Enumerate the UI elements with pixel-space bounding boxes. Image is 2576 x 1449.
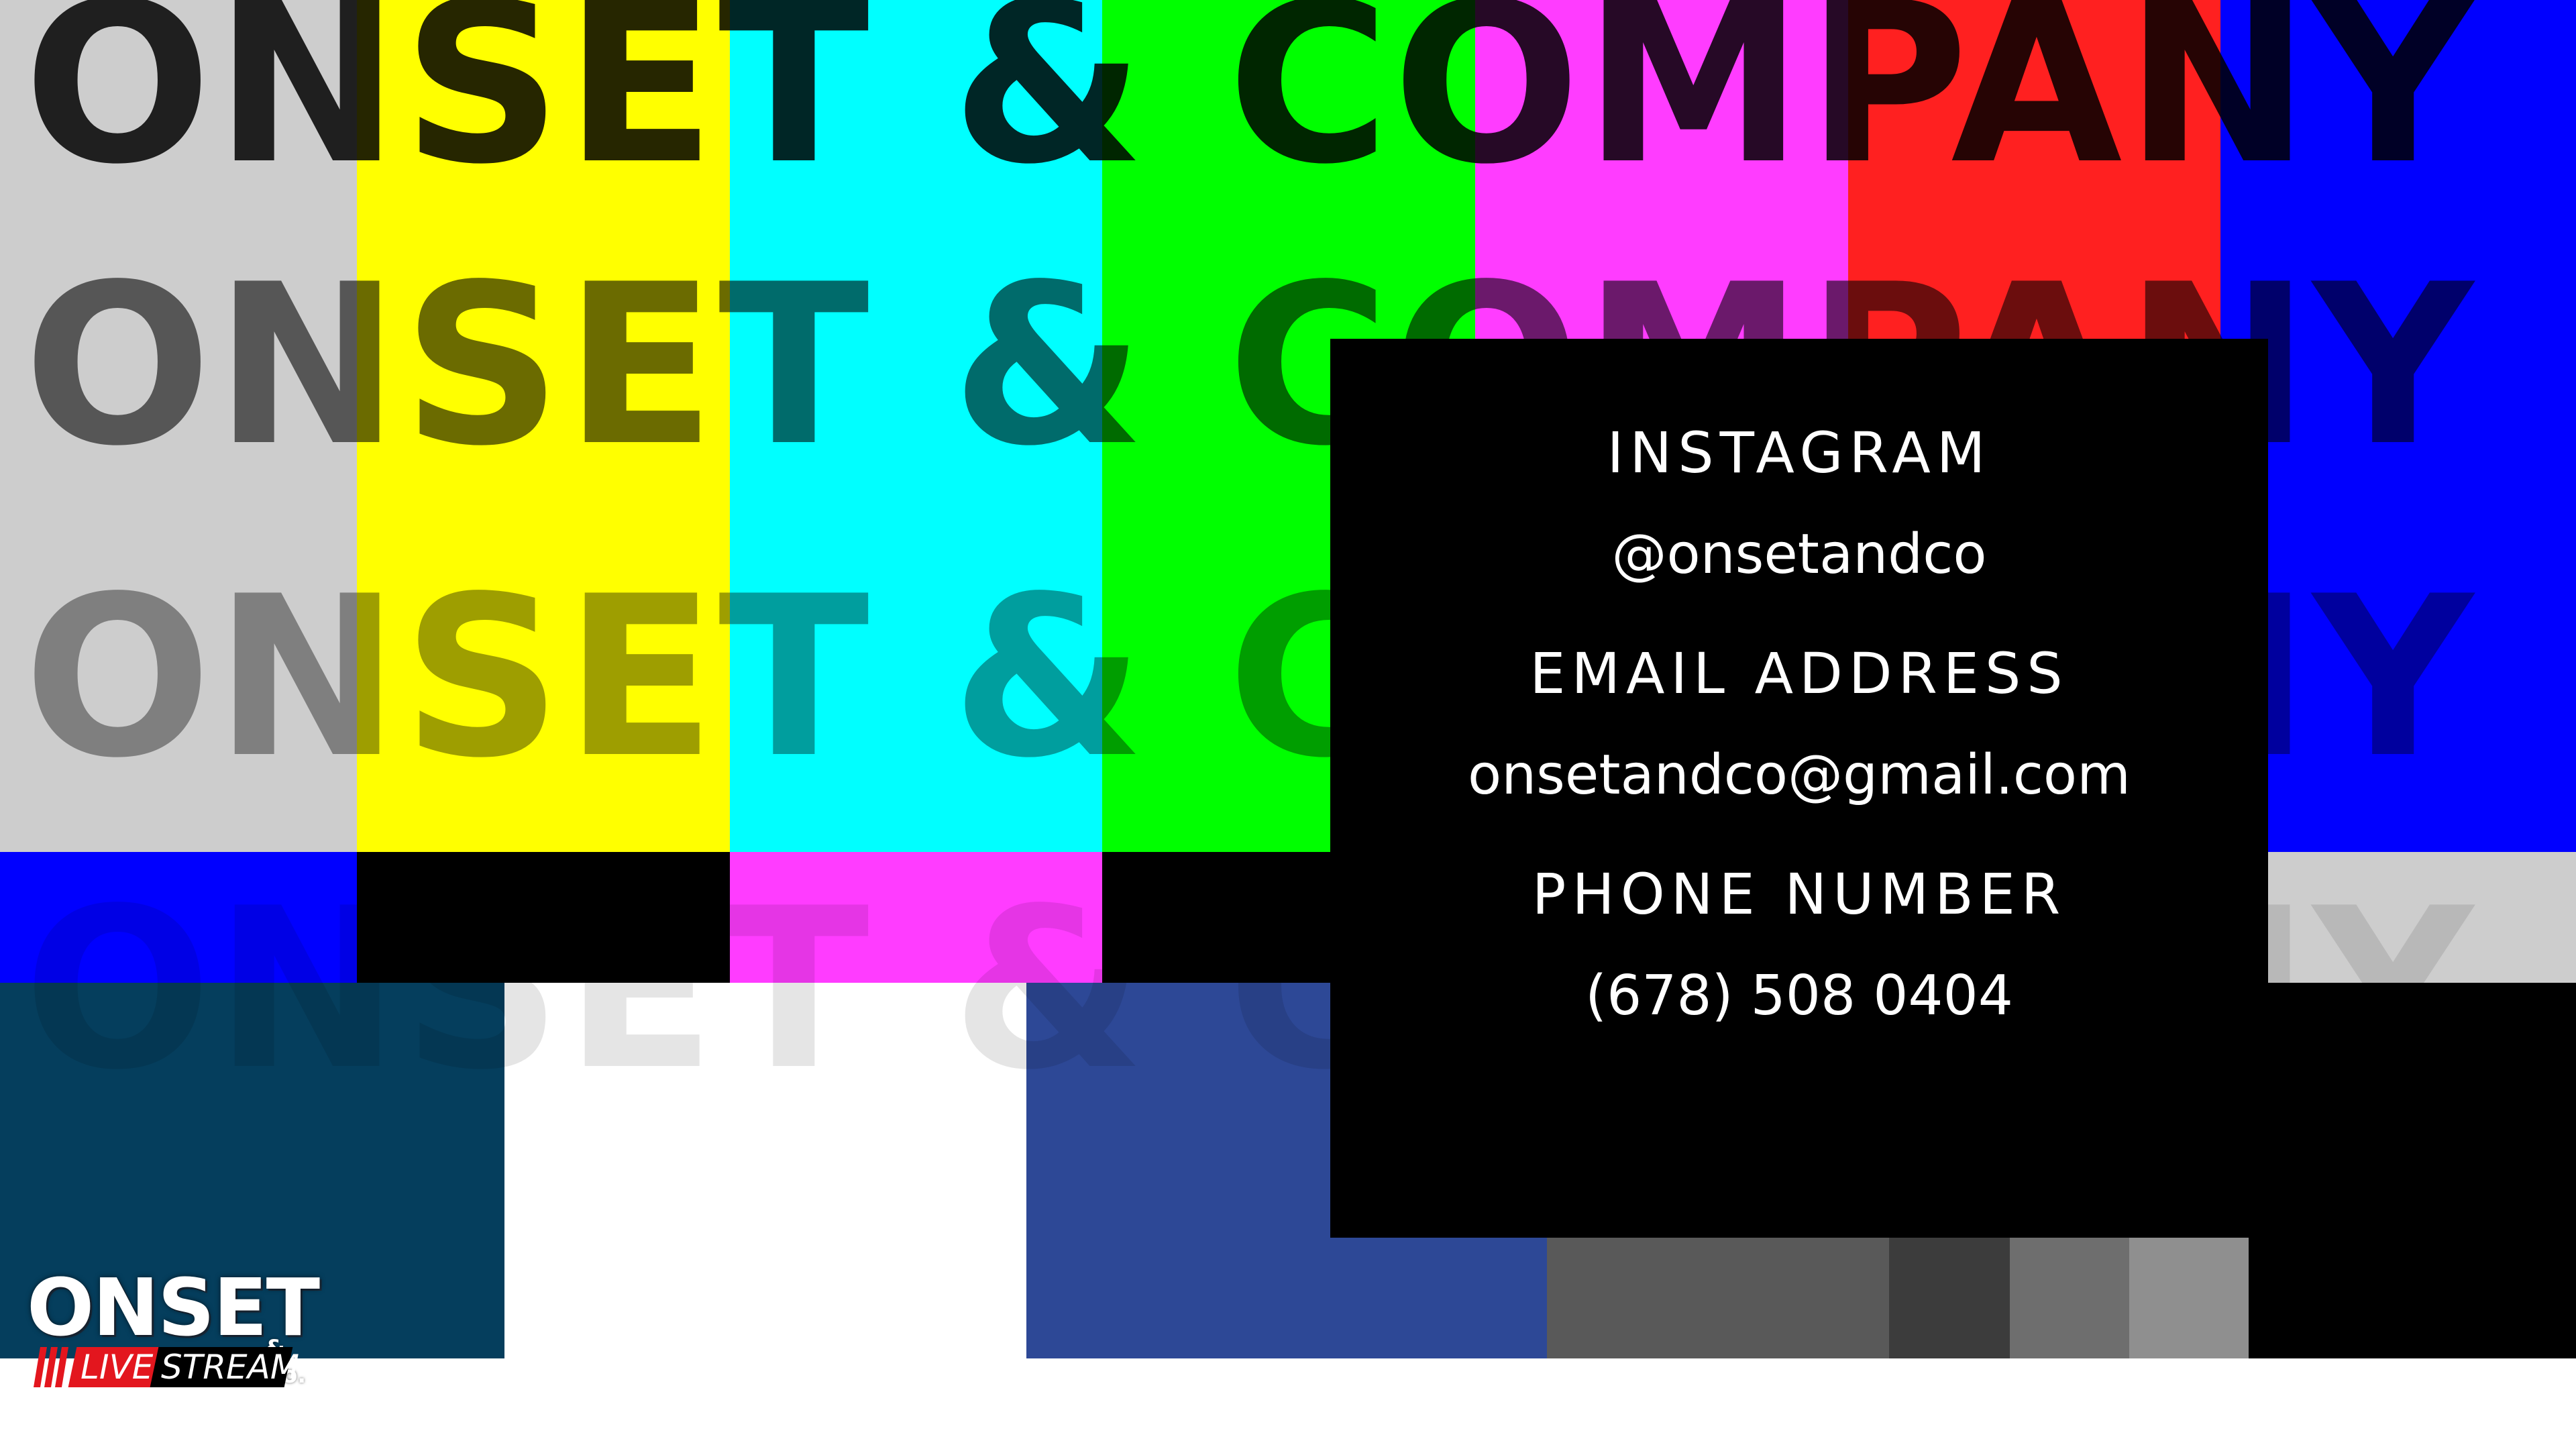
phone-label: PHONE NUMBER — [1532, 861, 2067, 928]
bottom-strip-white — [0, 1358, 2576, 1449]
instagram-label: INSTAGRAM — [1607, 420, 1992, 486]
bottom-bar-mid-gray — [2010, 1234, 2129, 1358]
email-label: EMAIL ADDRESS — [1529, 641, 2069, 707]
bottom-bar-light-gray — [2129, 1234, 2249, 1358]
logo-live-text: LIVE — [80, 1348, 154, 1387]
email-value[interactable]: onsetandco@gmail.com — [1468, 743, 2131, 808]
instagram-handle[interactable]: @onsetandco — [1612, 522, 1987, 588]
wordmark-row-1: ONSET & COMPANY — [23, 0, 2476, 213]
phone-value[interactable]: (678) 508 0404 — [1585, 963, 2013, 1029]
logo-stripes-icon — [34, 1347, 68, 1387]
onset-livestream-logo: ONSET & Co. LIVE STREAM — [27, 1268, 329, 1389]
logo-stream-text: STREAM — [161, 1348, 299, 1387]
contact-card: INSTAGRAM @onsetandco EMAIL ADDRESS onse… — [1330, 339, 2268, 1238]
bottom-bar-charcoal — [1889, 1234, 2010, 1358]
